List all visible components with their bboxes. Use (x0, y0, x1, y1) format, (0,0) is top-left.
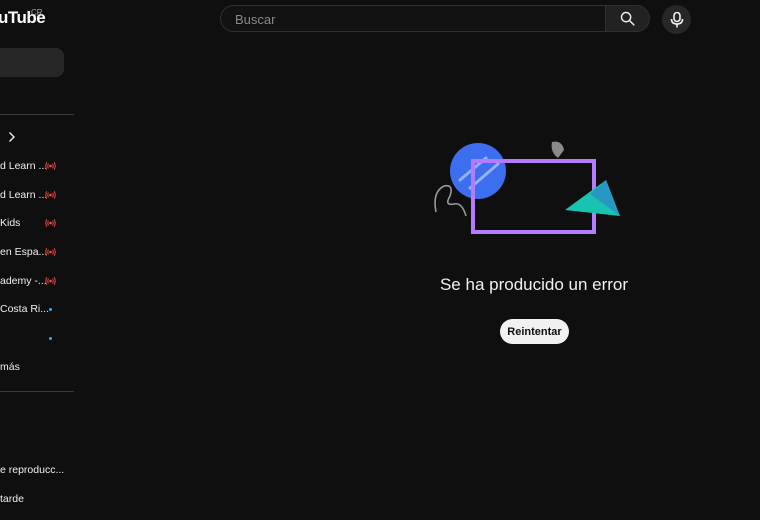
search-button[interactable] (605, 5, 650, 32)
search-input[interactable] (233, 6, 597, 33)
retry-button[interactable]: Reintentar (500, 319, 569, 344)
subscription-name: ademy -... (0, 275, 47, 287)
sidebar: d Learn ... d Learn ... Kids en Espa... … (0, 0, 74, 520)
sidebar-divider (0, 391, 74, 392)
sidebar-subscription-item[interactable]: en Espa... (0, 243, 74, 263)
sidebar-subscription-item[interactable]: Kids (0, 214, 74, 234)
live-icon (45, 247, 56, 257)
sidebar-subscription-item[interactable]: ademy -... (0, 272, 74, 292)
live-icon (45, 276, 56, 286)
subscription-name: Costa Ri... (0, 303, 50, 315)
sidebar-item-playlists[interactable]: e reproducc... (0, 464, 64, 476)
sidebar-subscription-item[interactable] (0, 329, 74, 349)
search-icon (620, 11, 635, 26)
subscription-name: Kids (0, 217, 21, 229)
subscription-name: d Learn ... (0, 160, 48, 172)
sidebar-item-watch-later[interactable]: tarde (0, 493, 24, 505)
search-box (220, 5, 605, 33)
sidebar-item-home[interactable] (0, 48, 64, 77)
microphone-icon (670, 11, 683, 27)
sidebar-subscription-item[interactable]: d Learn ... (0, 157, 74, 177)
live-icon (45, 161, 56, 171)
live-icon (45, 218, 56, 228)
subscription-name: en Espa... (0, 246, 48, 258)
error-message: Se ha producido un error (439, 275, 629, 294)
new-content-dot-icon (49, 337, 52, 340)
show-more-button[interactable]: más (0, 361, 20, 373)
voice-search-button[interactable] (662, 5, 691, 34)
app-window: uTube CR d Learn ... (0, 0, 760, 520)
subscription-name: d Learn ... (0, 189, 48, 201)
sidebar-subscription-item[interactable]: d Learn ... (0, 186, 74, 206)
new-content-dot-icon (49, 308, 52, 311)
sidebar-divider (0, 114, 74, 115)
sidebar-subscription-item[interactable]: Costa Ri... (0, 300, 74, 320)
error-illustration (434, 141, 620, 234)
live-icon (45, 190, 56, 200)
chevron-right-icon[interactable] (6, 131, 18, 143)
